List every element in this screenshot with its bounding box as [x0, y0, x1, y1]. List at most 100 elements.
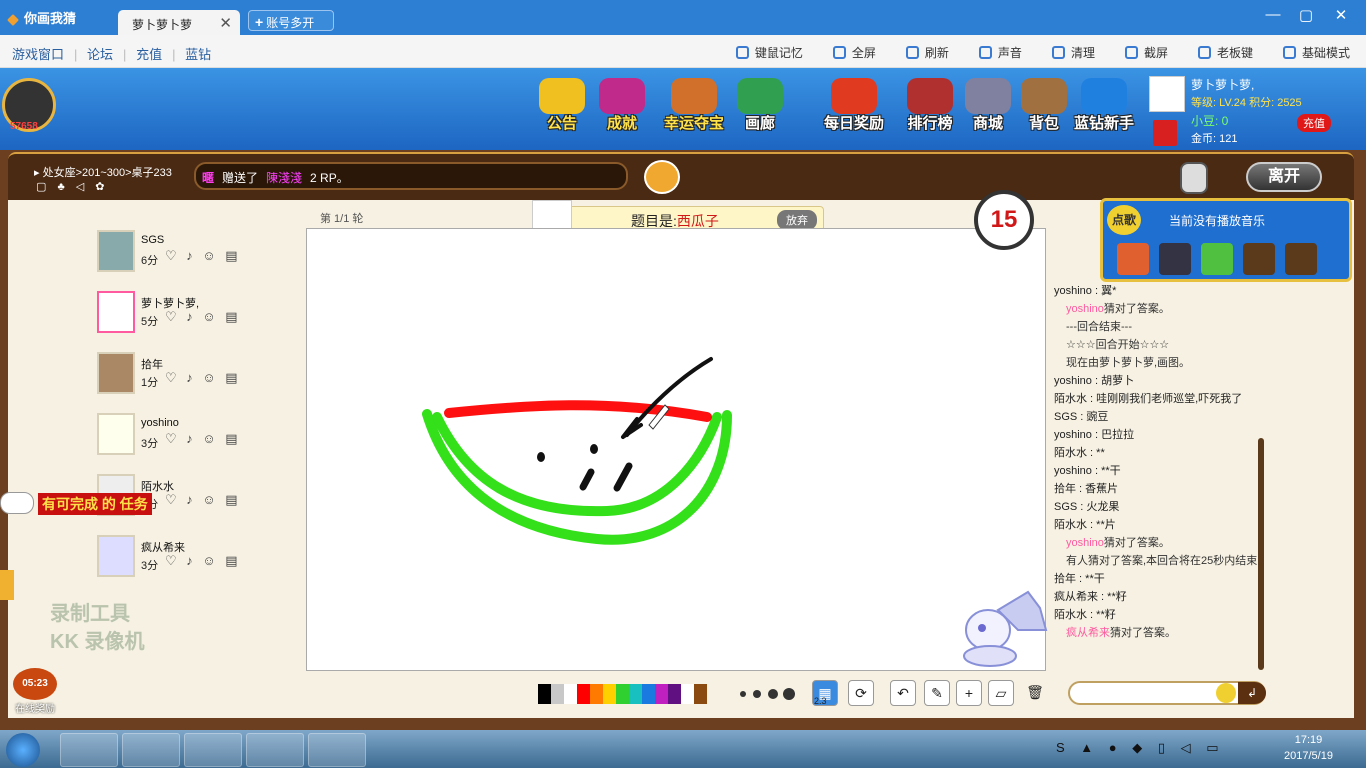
color-swatch[interactable]: [668, 684, 681, 704]
menu-tool-3[interactable]: 声音: [978, 44, 1022, 61]
color-swatch[interactable]: [681, 684, 694, 704]
drawing-seed: [579, 468, 595, 491]
menu-tool-4[interactable]: 清理: [1051, 44, 1095, 61]
nav-item-3[interactable]: 画廊: [730, 78, 790, 133]
menu-tool-2[interactable]: 刷新: [905, 44, 949, 61]
nav-item-6[interactable]: 商城: [958, 78, 1018, 133]
send-button[interactable]: ↲: [1238, 682, 1266, 704]
nav-item-1[interactable]: 成就: [592, 78, 652, 133]
profile-avatar[interactable]: [1149, 76, 1185, 112]
nav-item-2[interactable]: 幸运夺宝: [658, 78, 730, 133]
give-up-button[interactable]: 放弃: [777, 210, 817, 230]
color-swatch[interactable]: [642, 684, 655, 704]
player-action-icons[interactable]: ♡ ♪ ☺ ▤: [165, 431, 241, 447]
minimize-button[interactable]: —: [1260, 6, 1286, 23]
menu-tool-5[interactable]: 截屏: [1124, 44, 1168, 61]
menu-link-game[interactable]: 游戏窗口: [12, 47, 64, 62]
add-icon[interactable]: +: [956, 680, 982, 706]
player-avatar[interactable]: [97, 352, 135, 394]
system-tray[interactable]: S ▲ ● ◆ ▯ ◁ ▭: [1056, 740, 1225, 756]
color-swatch[interactable]: [538, 684, 551, 704]
taskbar-qq-icon[interactable]: [184, 733, 242, 767]
player-avatar[interactable]: [97, 291, 135, 333]
music-slot[interactable]: [1117, 243, 1149, 275]
player-avatar[interactable]: [97, 230, 135, 272]
chat-message: yoshino猜对了答案。: [1066, 303, 1170, 315]
menu-tool-7[interactable]: 基础模式: [1282, 44, 1350, 61]
player-action-icons[interactable]: ♡ ♪ ☺ ▤: [165, 370, 241, 386]
player-action-icons[interactable]: ♡ ♪ ☺ ▤: [165, 309, 241, 325]
red-envelope-icon[interactable]: [1153, 120, 1177, 146]
menu-link-recharge[interactable]: 充值: [136, 47, 162, 62]
start-button[interactable]: [6, 733, 40, 767]
color-swatch[interactable]: [616, 684, 629, 704]
color-swatch[interactable]: [590, 684, 603, 704]
eraser-icon[interactable]: ▱: [988, 680, 1014, 706]
player-action-icons[interactable]: ♡ ♪ ☺ ▤: [165, 553, 241, 569]
close-tab-icon[interactable]: ✕: [219, 14, 232, 32]
song-request-button[interactable]: 点歌: [1107, 205, 1141, 235]
music-slot[interactable]: [1201, 243, 1233, 275]
brush-size-option[interactable]: [768, 689, 778, 699]
color-swatch[interactable]: [551, 684, 564, 704]
nav-item-4[interactable]: 每日奖励: [818, 78, 890, 133]
menu-tool-0[interactable]: 键鼠记忆: [735, 44, 803, 61]
rotate-icon[interactable]: ⟳: [848, 680, 874, 706]
player-row[interactable]: SGS 6分 ♡ ♪ ☺ ▤: [97, 230, 297, 276]
player-row[interactable]: yoshino 3分 ♡ ♪ ☺ ▤: [97, 413, 297, 459]
color-swatch[interactable]: [603, 684, 616, 704]
taskbar-clock[interactable]: 17:19 2017/5/19: [1284, 732, 1333, 764]
chat-scrollbar[interactable]: [1258, 438, 1264, 670]
color-swatch[interactable]: [629, 684, 642, 704]
color-swatch[interactable]: [564, 684, 577, 704]
player-avatar[interactable]: [97, 413, 135, 455]
chat-input[interactable]: [1068, 681, 1266, 705]
task-banner[interactable]: 有可完成 的 任务: [0, 490, 190, 516]
player-row[interactable]: 萝卜萝卜萝, 5分 ♡ ♪ ☺ ▤: [97, 291, 297, 337]
lock-icon[interactable]: [1180, 162, 1208, 194]
menu-tool-1[interactable]: 全屏: [832, 44, 876, 61]
recharge-button[interactable]: 充值: [1297, 114, 1331, 132]
menu-tool-6[interactable]: 老板键: [1197, 44, 1253, 61]
trash-icon[interactable]: 🗑: [1022, 680, 1048, 706]
color-swatch[interactable]: [577, 684, 590, 704]
emoji-icon[interactable]: [1216, 683, 1236, 703]
player-row[interactable]: 拾年 1分 ♡ ♪ ☺ ▤: [97, 352, 297, 398]
player-avatar[interactable]: [97, 535, 135, 577]
room-tool-icons[interactable]: ▢ ♣ ◁ ✿: [36, 180, 108, 193]
undo-icon[interactable]: ↶: [890, 680, 916, 706]
maximize-button[interactable]: ▢: [1293, 6, 1319, 24]
menu-link-forum[interactable]: 论坛: [87, 47, 113, 62]
brush-size-option[interactable]: [783, 688, 795, 700]
player-row[interactable]: 疯从希来 3分 ♡ ♪ ☺ ▤: [97, 535, 297, 581]
brush-size-option[interactable]: [753, 690, 761, 698]
color-swatch[interactable]: [655, 684, 668, 704]
taskbar-app-icon[interactable]: [122, 733, 180, 767]
menu-link-blue-diamond[interactable]: 蓝钻: [185, 47, 211, 62]
camera-icon: [1124, 46, 1138, 59]
taskbar-game-icon[interactable]: [246, 733, 304, 767]
horn-icon[interactable]: [644, 160, 680, 194]
side-expand-icon[interactable]: [0, 570, 14, 600]
nav-item-7[interactable]: 背包: [1014, 78, 1074, 133]
nav-item-5[interactable]: 排行榜: [900, 78, 960, 133]
nav-item-8[interactable]: 蓝钻新手: [1068, 78, 1140, 133]
player-action-icons[interactable]: ♡ ♪ ☺ ▤: [165, 248, 241, 264]
tab-active[interactable]: 萝卜萝卜萝 ✕: [118, 10, 240, 36]
leave-button[interactable]: 离开: [1246, 162, 1322, 192]
close-window-button[interactable]: ✕: [1328, 6, 1354, 24]
now-playing-text: 当前没有播放音乐: [1169, 214, 1266, 228]
taskbar-ie-icon[interactable]: [60, 733, 118, 767]
gift-icon: [831, 78, 877, 114]
menu-bar: 游戏窗口 | 论坛 | 充值 | 蓝钻 键鼠记忆 全屏 刷新 声音 清理 截屏 老板键 基础模式: [0, 35, 1366, 68]
music-slot[interactable]: [1159, 243, 1191, 275]
multi-account-button[interactable]: + 账号多开: [248, 10, 334, 31]
color-swatch[interactable]: [694, 684, 707, 704]
drawing-canvas[interactable]: [306, 228, 1046, 671]
brush-size-option[interactable]: [740, 691, 746, 697]
nav-item-0[interactable]: 公告: [532, 78, 592, 133]
online-reward[interactable]: 05:23 在线奖励: [10, 668, 60, 715]
pen-icon[interactable]: ✎: [924, 680, 950, 706]
taskbar-app-icon[interactable]: [308, 733, 366, 767]
chat-message: 有人猜对了答案,本回合将在25秒内结束: [1066, 555, 1258, 567]
